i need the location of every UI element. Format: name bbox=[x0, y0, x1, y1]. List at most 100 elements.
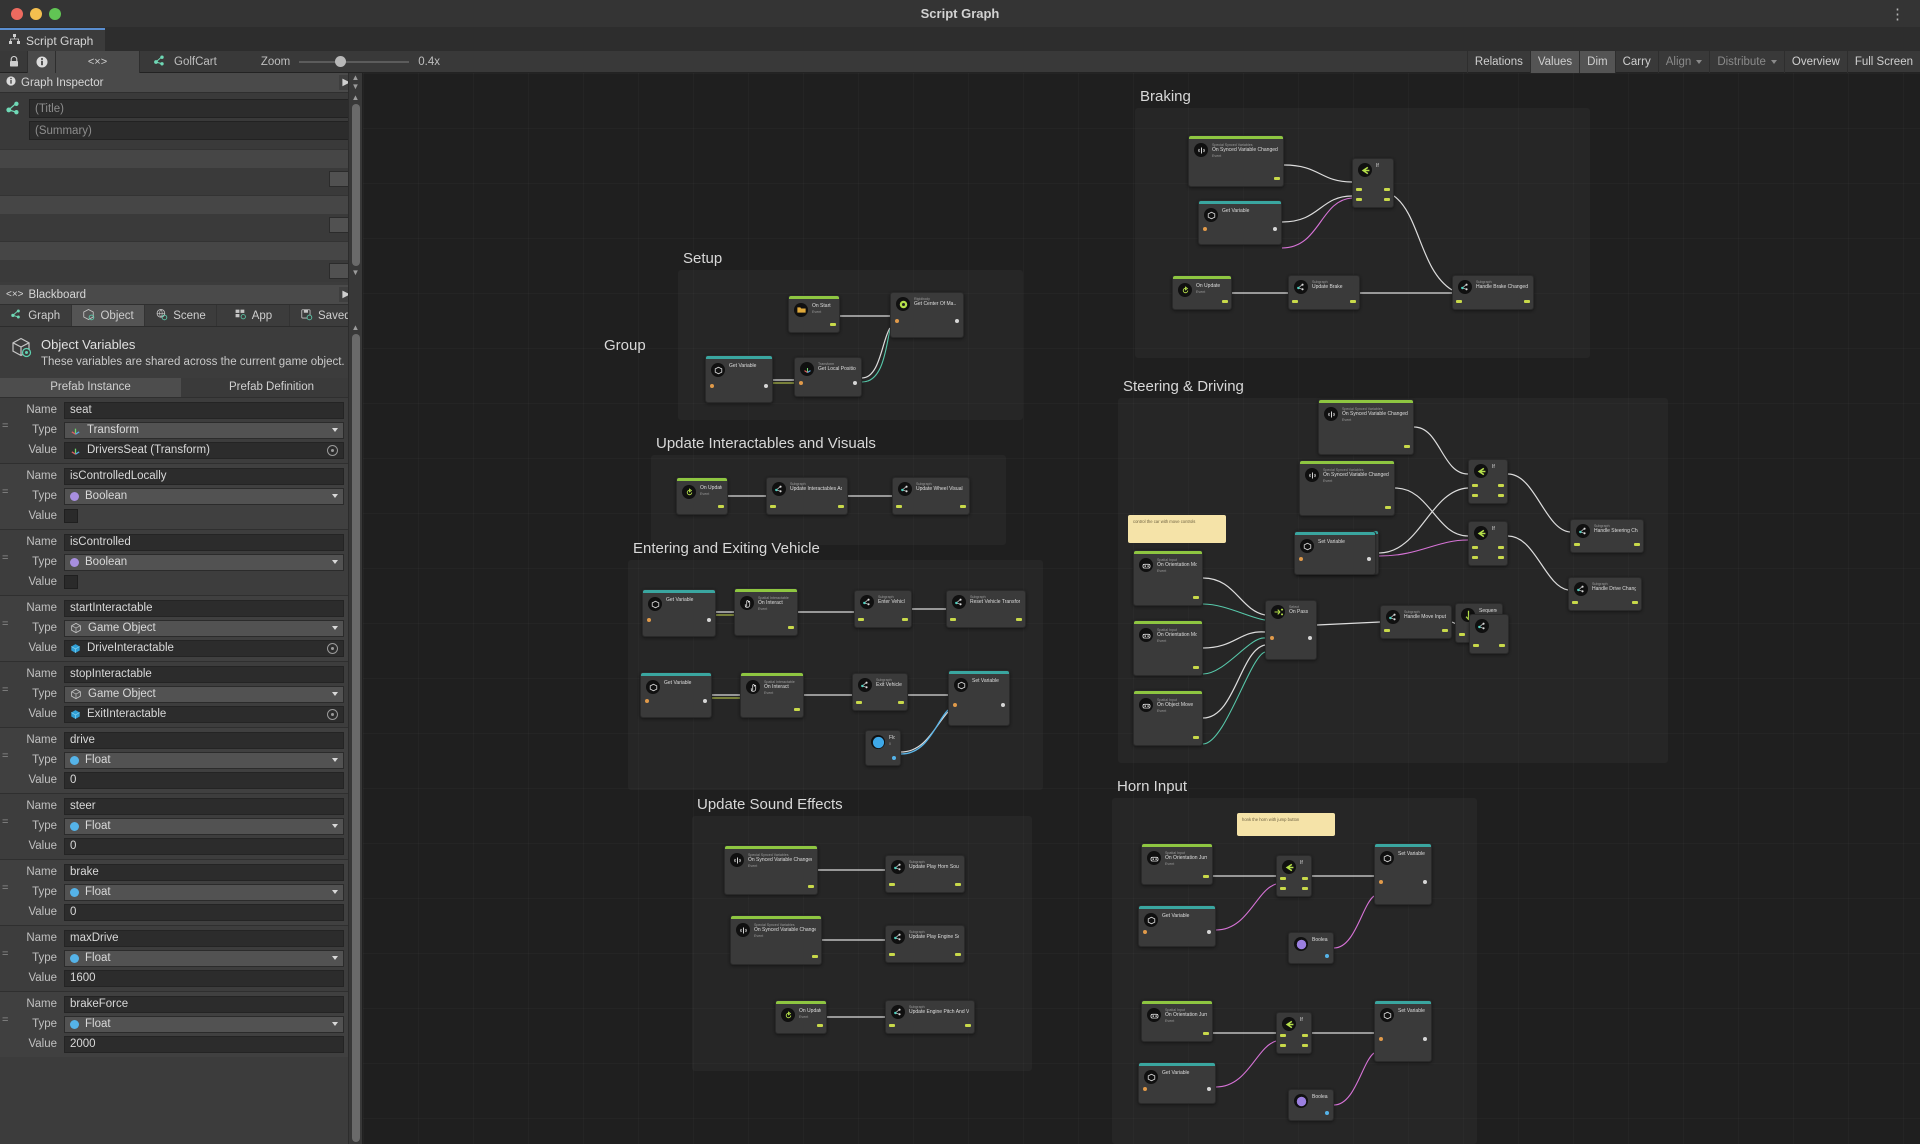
node-output-port[interactable] bbox=[1207, 930, 1211, 934]
chevron-down-icon[interactable] bbox=[1770, 59, 1777, 64]
node-input-port[interactable] bbox=[1572, 601, 1578, 604]
object-picker-icon[interactable] bbox=[327, 708, 338, 720]
node-output-port[interactable] bbox=[1524, 300, 1530, 303]
node-output-port[interactable] bbox=[955, 319, 959, 324]
info-icon[interactable] bbox=[28, 50, 56, 73]
node-input-port[interactable] bbox=[1459, 633, 1465, 636]
node-output-port[interactable] bbox=[1203, 1032, 1209, 1035]
node-output-port[interactable] bbox=[707, 617, 711, 622]
graph-node[interactable]: Get Variable bbox=[642, 589, 716, 637]
node-input-port[interactable] bbox=[856, 701, 862, 704]
maximize-window-button[interactable] bbox=[49, 7, 61, 20]
variable-type-select[interactable]: Boolean bbox=[64, 487, 344, 505]
window-controls[interactable] bbox=[0, 7, 61, 20]
node-input-port[interactable] bbox=[1574, 543, 1580, 546]
node-output-port[interactable] bbox=[1634, 543, 1640, 546]
graph-node[interactable]: Subgraph Update Interactables Acti bbox=[766, 477, 848, 515]
blackboard-tab-object[interactable]: Object bbox=[72, 305, 145, 326]
variable-value-input[interactable]: 2000 bbox=[64, 1035, 344, 1053]
node-input-port[interactable] bbox=[889, 883, 895, 886]
drag-handle-icon[interactable]: = bbox=[2, 486, 9, 498]
node-true-port[interactable] bbox=[1472, 546, 1478, 549]
chevron-down-icon[interactable] bbox=[332, 560, 338, 565]
graph-node[interactable]: Subgraph Enter Vehicl bbox=[854, 590, 912, 628]
node-output-port[interactable] bbox=[1423, 1037, 1427, 1041]
minimize-window-button[interactable] bbox=[30, 7, 42, 20]
variable-type-select[interactable]: Game Object bbox=[64, 619, 344, 637]
node-output-port[interactable] bbox=[955, 953, 961, 956]
variable-type-select[interactable]: Float bbox=[64, 1015, 344, 1033]
chevron-down-icon[interactable] bbox=[332, 428, 338, 433]
graph-node[interactable]: Subgraph Handle Brake Changed bbox=[1452, 275, 1534, 310]
graph-node[interactable]: Set Variable bbox=[1294, 531, 1376, 575]
variable-name-input[interactable]: startInteractable bbox=[64, 599, 344, 617]
chevron-down-icon[interactable] bbox=[1696, 59, 1703, 64]
kebab-menu-icon[interactable]: ⋮ bbox=[1890, 5, 1906, 23]
graph-node[interactable]: Subgraph Reset Vehicle Transfor bbox=[946, 590, 1026, 628]
chevron-down-icon[interactable] bbox=[332, 494, 338, 499]
node-input-port[interactable] bbox=[1292, 300, 1298, 303]
node-true-output-port[interactable] bbox=[1302, 877, 1308, 880]
variable-name-input[interactable]: steer bbox=[64, 797, 344, 815]
variable-name-input[interactable]: seat bbox=[64, 401, 344, 419]
graph-node[interactable]: Subgraph Handle Move Input bbox=[1380, 605, 1452, 639]
node-output-port[interactable] bbox=[1423, 880, 1427, 884]
node-output-port[interactable] bbox=[853, 380, 857, 385]
node-input-port[interactable] bbox=[710, 383, 714, 388]
graph-node[interactable] bbox=[1469, 614, 1509, 654]
toolbar-button-relations[interactable]: Relations bbox=[1466, 50, 1530, 73]
zoom-control[interactable]: Zoom 0.4x bbox=[231, 55, 440, 68]
inspector-scroll-stepper[interactable]: ▲ ▼ bbox=[348, 73, 362, 93]
chevron-up-icon[interactable]: ▲ bbox=[352, 93, 360, 102]
graph-node[interactable]: If bbox=[1276, 855, 1312, 897]
node-input-port[interactable] bbox=[1379, 1037, 1383, 1041]
variable-name-input[interactable]: drive bbox=[64, 731, 344, 749]
node-output-port[interactable] bbox=[1632, 601, 1638, 604]
graph-node[interactable]: Set Variable bbox=[1374, 1000, 1432, 1062]
graph-node[interactable]: Get Variable bbox=[1138, 1062, 1216, 1104]
node-false-output-port[interactable] bbox=[1498, 494, 1504, 497]
node-output-port[interactable] bbox=[1325, 954, 1329, 958]
node-true-output-port[interactable] bbox=[1498, 546, 1504, 549]
chevron-down-icon[interactable]: ▼ bbox=[352, 268, 360, 277]
variable-value-input[interactable]: 0 bbox=[64, 903, 344, 921]
variable-type-select[interactable]: Float bbox=[64, 883, 344, 901]
node-input-port[interactable] bbox=[896, 505, 902, 508]
variable-value-checkbox[interactable] bbox=[64, 575, 78, 590]
graph-node[interactable]: Get Variable bbox=[640, 672, 712, 718]
zoom-slider-knob[interactable] bbox=[335, 55, 347, 67]
chevron-up-icon[interactable]: ▲ bbox=[352, 323, 360, 332]
graph-node[interactable]: Spatial InputOn Orientation MoveEvent bbox=[1133, 550, 1203, 606]
code-brackets-icon[interactable]: <×> bbox=[56, 50, 140, 73]
graph-node[interactable]: Special Synced Variables On Synced Variab… bbox=[724, 845, 818, 895]
blackboard-tab-scene[interactable]: Scene bbox=[145, 305, 218, 326]
graph-node[interactable]: If bbox=[1468, 521, 1508, 566]
node-output-port[interactable] bbox=[1274, 177, 1280, 180]
node-false-port[interactable] bbox=[1472, 556, 1478, 559]
graph-node[interactable]: Spatial Input On Orientation Jump Event bbox=[1141, 843, 1213, 885]
chevron-up-icon[interactable]: ▲ bbox=[352, 73, 360, 82]
chevron-down-icon[interactable] bbox=[332, 824, 338, 829]
graph-canvas[interactable]: Braking Setup Steering & Driving Update Int… bbox=[363, 73, 1920, 1144]
node-input-port[interactable] bbox=[1143, 1087, 1147, 1091]
node-output-port[interactable] bbox=[812, 955, 818, 958]
variable-name-input[interactable]: isControlled bbox=[64, 533, 344, 551]
graph-summary-input[interactable]: (Summary) bbox=[29, 121, 354, 140]
zoom-slider[interactable] bbox=[299, 55, 410, 67]
node-output-port[interactable] bbox=[764, 383, 768, 388]
prefab-tab-definition[interactable]: Prefab Definition bbox=[181, 378, 362, 398]
node-false-port[interactable] bbox=[1472, 494, 1478, 497]
graph-node[interactable]: Get Variable bbox=[1138, 905, 1216, 947]
graph-node[interactable]: Transform Get Local Position bbox=[794, 357, 862, 397]
node-output-port[interactable] bbox=[1273, 226, 1277, 231]
node-output-port[interactable] bbox=[1203, 875, 1209, 878]
graph-node[interactable]: If bbox=[1468, 459, 1508, 504]
node-output-port[interactable] bbox=[965, 1024, 971, 1027]
graph-node[interactable]: Special Synced Variables On Synced Variab… bbox=[1299, 460, 1395, 516]
blackboard-tab-app[interactable]: App bbox=[217, 305, 290, 326]
node-false-output-port[interactable] bbox=[1302, 887, 1308, 890]
chevron-down-icon[interactable]: ▼ bbox=[352, 82, 360, 91]
graph-node[interactable]: Spatial Input On Object Move Event bbox=[1133, 690, 1203, 746]
node-input-port[interactable] bbox=[1473, 644, 1479, 647]
toolbar-button-align[interactable]: Align bbox=[1657, 50, 1710, 73]
